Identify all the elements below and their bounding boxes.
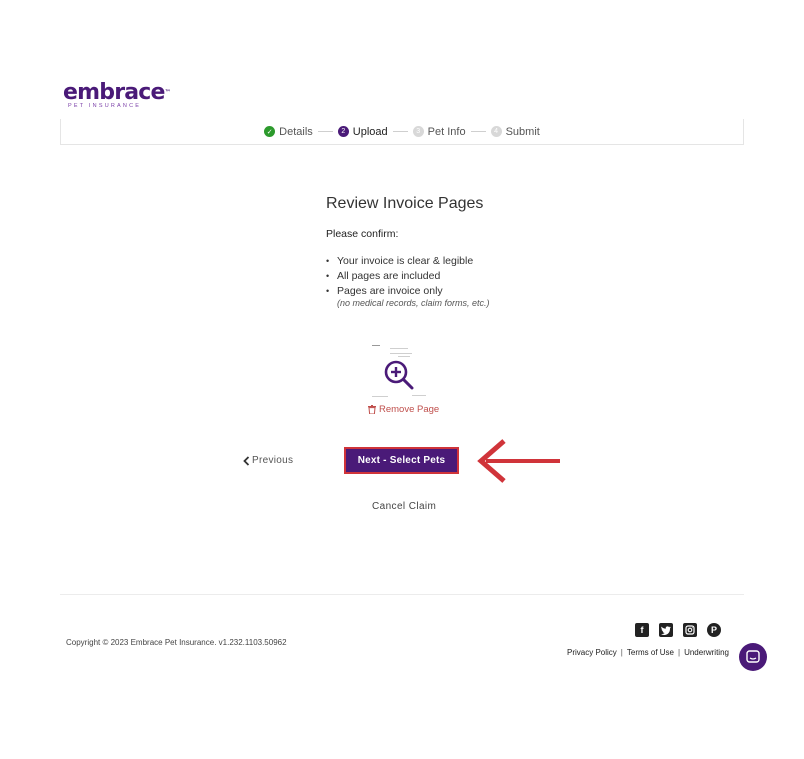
page-title: Review Invoice Pages xyxy=(326,195,484,212)
step-separator xyxy=(392,131,408,132)
check-icon: ✓ xyxy=(264,126,276,137)
confirm-heading: Please confirm: xyxy=(326,228,399,240)
annotation-arrow-icon xyxy=(477,439,560,483)
previous-link[interactable]: Previous xyxy=(243,455,293,466)
thumb-line xyxy=(372,396,388,397)
twitter-icon[interactable] xyxy=(659,623,673,637)
pinterest-icon[interactable]: P xyxy=(707,623,721,637)
zoom-in-icon[interactable] xyxy=(384,360,414,390)
cancel-claim-link[interactable]: Cancel Claim xyxy=(372,501,436,512)
terms-of-use-link[interactable]: Terms of Use xyxy=(627,648,674,657)
thumb-line xyxy=(390,348,408,349)
thumb-line xyxy=(398,356,410,357)
trash-icon xyxy=(368,405,376,414)
step-number: 4 xyxy=(490,126,502,137)
previous-label: Previous xyxy=(252,455,294,466)
list-item: Your invoice is clear & legible xyxy=(326,254,473,269)
step-separator xyxy=(317,131,333,132)
list-item: Pages are invoice only xyxy=(326,284,473,299)
underwriting-link[interactable]: Underwriting xyxy=(684,648,729,657)
chevron-left-icon xyxy=(243,455,250,466)
link-separator: | xyxy=(620,648,623,657)
privacy-policy-link[interactable]: Privacy Policy xyxy=(567,648,617,657)
remove-page-button[interactable]: Remove Page xyxy=(368,404,439,415)
thumb-line xyxy=(390,353,412,354)
step-number: 3 xyxy=(412,126,424,137)
confirm-list: Your invoice is clear & legible All page… xyxy=(326,254,473,299)
social-links: f P xyxy=(635,623,721,637)
step-separator xyxy=(470,131,486,132)
next-select-pets-button[interactable]: Next - Select Pets xyxy=(344,447,459,474)
step-details: ✓ Details xyxy=(264,126,313,138)
thumb-line xyxy=(412,395,426,396)
step-upload: 2 Upload xyxy=(337,125,388,138)
chat-icon xyxy=(746,650,760,663)
embrace-logo[interactable]: embrace™ PET INSURANCE xyxy=(63,82,171,110)
remove-page-label: Remove Page xyxy=(379,404,440,415)
chat-launcher-button[interactable] xyxy=(739,643,767,671)
step-label: Submit xyxy=(505,125,540,138)
link-separator: | xyxy=(678,648,681,657)
progress-steps: ✓ Details 2 Upload 3 Pet Info 4 Submit xyxy=(60,119,744,145)
list-item: All pages are included xyxy=(326,269,473,284)
step-submit: 4 Submit xyxy=(490,125,540,138)
step-number: 2 xyxy=(337,126,349,137)
facebook-icon[interactable]: f xyxy=(635,623,649,637)
step-label: Pet Info xyxy=(427,125,466,138)
step-pet-info: 3 Pet Info xyxy=(412,125,466,138)
step-label: Upload xyxy=(352,125,388,138)
copyright-text: Copyright © 2023 Embrace Pet Insurance. … xyxy=(66,638,287,647)
footer-links: Privacy Policy | Terms of Use | Underwri… xyxy=(567,648,729,657)
thumb-line xyxy=(372,345,380,346)
step-label: Details xyxy=(279,125,313,138)
confirm-note: (no medical records, claim forms, etc.) xyxy=(337,298,490,308)
instagram-icon[interactable] xyxy=(683,623,697,637)
footer-divider xyxy=(60,594,744,595)
brand-tm: ™ xyxy=(164,89,171,96)
brand-name: embrace xyxy=(63,80,165,105)
